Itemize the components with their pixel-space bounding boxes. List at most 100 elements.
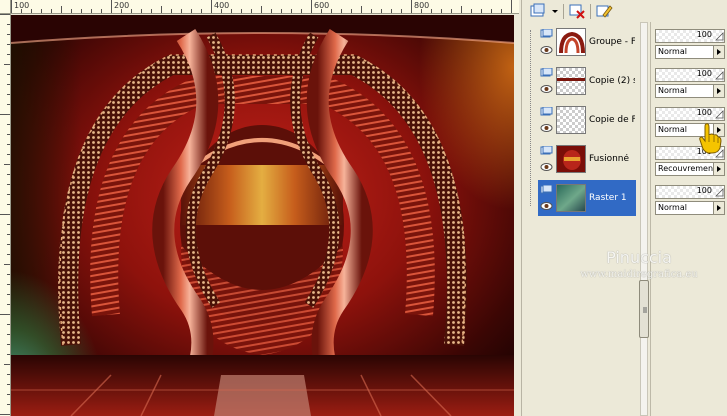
transparent-thumbnail xyxy=(556,67,586,95)
ruler-tick xyxy=(7,234,10,235)
eye-visibility-icon[interactable] xyxy=(540,162,553,172)
blend-mode-value: Recouvrement xyxy=(658,164,717,173)
layers-palette: Groupe - F Copie (2) s Copie de F Fusionné R… xyxy=(521,0,727,416)
ruler-tick xyxy=(311,0,312,13)
ruler-tick xyxy=(7,124,10,125)
ruler-tick xyxy=(441,9,442,13)
ruler-tick xyxy=(341,9,342,13)
watermark-url: www.maidiregrafica.eu xyxy=(580,269,698,280)
layer-type-icon xyxy=(540,28,553,39)
layers-scrollbar[interactable] xyxy=(637,22,650,416)
opacity-slider[interactable]: 100 xyxy=(655,185,725,199)
opacity-slider[interactable]: 100 xyxy=(655,68,725,82)
blend-mode-value: Normal xyxy=(658,125,687,134)
ruler-tick xyxy=(4,264,10,265)
ruler-tick xyxy=(351,9,352,13)
ruler-tick xyxy=(191,9,192,13)
eye-visibility-icon[interactable] xyxy=(540,45,553,55)
image-canvas[interactable] xyxy=(11,15,514,416)
slider-triangle-icon[interactable] xyxy=(714,108,724,120)
ruler-tick xyxy=(4,64,10,65)
blend-mode-select[interactable]: Normal xyxy=(655,84,725,98)
ruler-tick xyxy=(7,24,10,25)
ruler-tick xyxy=(7,54,10,55)
vertical-ruler xyxy=(0,14,11,416)
ruler-tick xyxy=(11,0,12,13)
ruler-tick xyxy=(7,344,10,345)
ruler-tick xyxy=(381,9,382,13)
ruler-tick xyxy=(101,9,102,13)
eye-visibility-icon[interactable] xyxy=(540,123,553,133)
ruler-tick xyxy=(211,0,212,13)
scrollbar-thumb[interactable] xyxy=(639,280,649,338)
blend-mode-select[interactable]: Normal xyxy=(655,201,725,215)
opacity-slider[interactable]: 100 xyxy=(655,107,725,121)
ruler-tick xyxy=(7,394,10,395)
blend-mode-select[interactable]: Recouvrement xyxy=(655,162,725,176)
new-layer-icon[interactable] xyxy=(529,3,547,19)
ruler-tick xyxy=(7,374,10,375)
eye-visibility-icon[interactable] xyxy=(540,201,553,211)
edit-icon[interactable] xyxy=(595,3,613,19)
ruler-tick xyxy=(7,184,10,185)
transparent-thumbnail xyxy=(556,106,586,134)
slider-triangle-icon[interactable] xyxy=(714,30,724,42)
ruler-tick xyxy=(7,74,10,75)
delete-layer-icon[interactable] xyxy=(568,3,586,19)
artwork-image xyxy=(11,15,514,416)
canvas-area: 100 200 400 600 800 xyxy=(0,0,519,416)
slider-triangle-icon[interactable] xyxy=(714,69,724,81)
ruler-tick xyxy=(7,404,10,405)
ruler-tick xyxy=(231,9,232,13)
ruler-tick xyxy=(7,354,10,355)
ruler-tick xyxy=(301,9,302,13)
ruler-tick xyxy=(7,44,10,45)
layer-row[interactable]: Fusionné xyxy=(538,141,636,177)
opacity-value: 100 xyxy=(696,30,712,39)
ruler-tick xyxy=(7,104,10,105)
layer-properties: 100 Normal xyxy=(651,26,727,62)
blend-mode-arrow-icon[interactable] xyxy=(713,202,724,214)
blend-mode-select[interactable]: Normal xyxy=(655,45,725,59)
dropdown-arrow-icon[interactable] xyxy=(551,3,559,19)
ruler-tick xyxy=(41,9,42,13)
layer-row[interactable]: Groupe - F xyxy=(538,24,636,60)
layer-properties-column: 100 Normal 100 Normal 100 Normal 100 Recouvreme… xyxy=(650,22,727,416)
ruler-tick xyxy=(71,9,72,13)
layer-icons xyxy=(538,102,556,138)
scrollbar-track[interactable] xyxy=(640,22,648,416)
ruler-tick xyxy=(331,9,332,13)
eye-visibility-icon[interactable] xyxy=(540,84,553,94)
layer-name: Raster 1 xyxy=(589,193,627,203)
opacity-value: 100 xyxy=(696,186,712,195)
ruler-tick xyxy=(7,294,10,295)
toolbar-separator xyxy=(563,3,564,19)
ruler-tick xyxy=(7,384,10,385)
ruler-tick xyxy=(61,6,62,13)
ruler-tick xyxy=(491,9,492,13)
ruler-tick xyxy=(31,9,32,13)
opacity-slider[interactable]: 100 xyxy=(655,29,725,43)
layer-icons xyxy=(538,63,556,99)
ruler-tick xyxy=(51,9,52,13)
layer-properties: 100 Normal xyxy=(651,65,727,101)
layer-name: Fusionné xyxy=(589,154,630,164)
layer-row[interactable]: Copie (2) s xyxy=(538,63,636,99)
ruler-tick xyxy=(241,9,242,13)
canvas-edge xyxy=(514,15,519,416)
blend-mode-value: Normal xyxy=(658,47,687,56)
ruler-tick xyxy=(511,0,512,13)
layer-row[interactable]: Copie de F xyxy=(538,102,636,138)
blend-mode-arrow-icon[interactable] xyxy=(713,163,724,175)
ruler-tick xyxy=(0,114,10,115)
ruler-tick xyxy=(7,144,10,145)
ruler-tick xyxy=(391,9,392,13)
layer-type-icon xyxy=(540,145,553,156)
ruler-tick xyxy=(7,204,10,205)
blend-mode-arrow-icon[interactable] xyxy=(713,85,724,97)
slider-triangle-icon[interactable] xyxy=(714,186,724,198)
layer-row[interactable]: Raster 1 xyxy=(538,180,636,216)
blend-mode-arrow-icon[interactable] xyxy=(713,46,724,58)
ruler-tick xyxy=(7,284,10,285)
paint-application-window: 100 200 400 600 800 Groupe - F Copie (2)… xyxy=(0,0,727,416)
